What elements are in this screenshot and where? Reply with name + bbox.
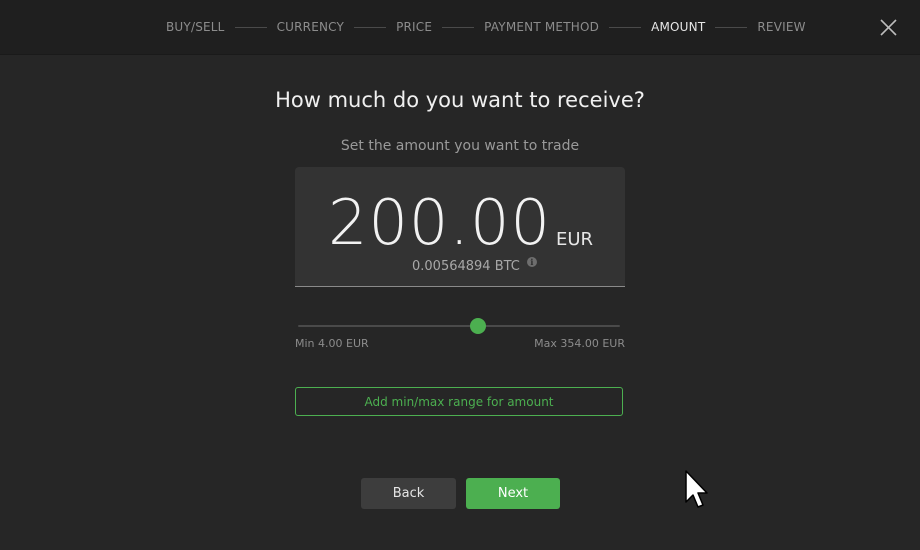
back-button[interactable]: Back — [361, 478, 456, 509]
step-separator — [442, 26, 475, 28]
progress-steps: BUY/SELL CURRENCY PRICE PAYMENT METHOD A… — [166, 0, 806, 54]
amount-slider[interactable] — [298, 318, 620, 334]
step-separator — [609, 26, 642, 28]
mouse-cursor-icon — [685, 470, 708, 508]
amount-input-box[interactable]: 200.00 EUR 0.00564894 BTC i — [295, 167, 625, 287]
slider-min-label: Min 4.00 EUR — [295, 337, 369, 350]
slider-track[interactable] — [298, 325, 620, 327]
step-payment-method[interactable]: PAYMENT METHOD — [484, 20, 599, 34]
step-buy-sell[interactable]: BUY/SELL — [166, 20, 225, 34]
page-title: How much do you want to receive? — [275, 88, 645, 112]
close-icon — [880, 19, 897, 36]
crypto-equivalent-value: 0.00564894 BTC — [412, 259, 520, 274]
step-review[interactable]: REVIEW — [757, 20, 805, 34]
step-amount[interactable]: AMOUNT — [651, 20, 705, 34]
step-separator — [715, 26, 748, 28]
step-separator — [354, 26, 387, 28]
amount-currency: EUR — [556, 229, 594, 250]
slider-handle[interactable] — [470, 318, 487, 334]
amount-value[interactable]: 200.00 — [328, 183, 551, 263]
page-subtitle: Set the amount you want to trade — [340, 138, 580, 154]
close-button[interactable] — [879, 18, 898, 37]
step-separator — [234, 26, 267, 28]
step-price[interactable]: PRICE — [396, 20, 432, 34]
top-bar: BUY/SELL CURRENCY PRICE PAYMENT METHOD A… — [0, 0, 920, 55]
next-button[interactable]: Next — [466, 478, 560, 509]
step-currency[interactable]: CURRENCY — [277, 20, 345, 34]
slider-max-label: Max 354.00 EUR — [534, 337, 625, 350]
info-icon[interactable]: i — [526, 257, 537, 267]
add-range-button[interactable]: Add min/max range for amount — [295, 387, 623, 416]
crypto-equivalent: 0.00564894 BTC i — [412, 257, 537, 274]
